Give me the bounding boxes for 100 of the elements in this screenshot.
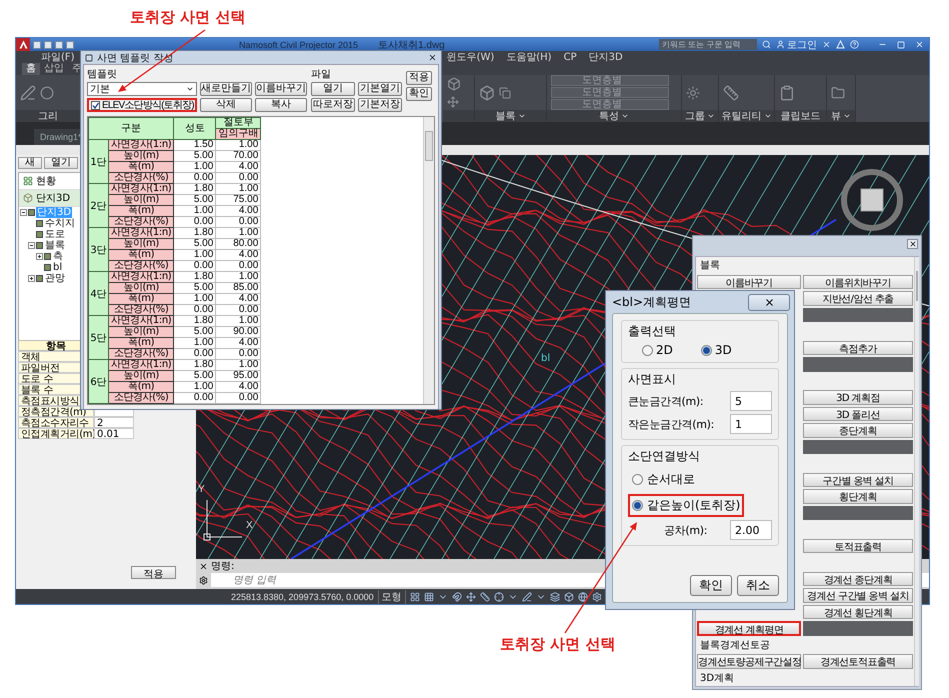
panel-button[interactable]: 3D 계획점 (803, 390, 913, 404)
pen-icon[interactable] (522, 592, 532, 602)
grid-icon[interactable] (410, 592, 420, 602)
close-button[interactable] (748, 294, 790, 310)
toolbar-button[interactable]: 새 (18, 157, 42, 169)
ruler-icon[interactable] (723, 84, 739, 100)
expander-icon[interactable] (28, 242, 35, 249)
toolbar-button[interactable]: 열기 (44, 157, 78, 169)
grid-icon[interactable] (424, 592, 434, 602)
new-button[interactable]: 새로만들기 (200, 82, 252, 96)
help-icon[interactable] (850, 40, 859, 49)
box-icon[interactable] (564, 592, 574, 602)
globe-icon[interactable] (578, 592, 588, 602)
panel-button[interactable]: 지반선/암선 추출 (803, 291, 913, 306)
viewcube-icon[interactable] (839, 167, 905, 233)
user-icon[interactable] (776, 40, 785, 49)
ok-button[interactable]: 확인 (406, 87, 432, 101)
block-icon[interactable] (479, 84, 495, 100)
panel-button[interactable]: 횡단계획 (803, 489, 913, 504)
panel-button[interactable]: 구간별 옹벽 설치 (803, 472, 913, 487)
move-icon[interactable] (466, 592, 476, 602)
panel-button[interactable]: 경계선 횡단계획 (803, 604, 913, 619)
close-icon[interactable] (199, 562, 208, 570)
scrollbar[interactable] (423, 117, 434, 404)
panel-button[interactable]: 경계선토량공제구간설정 (697, 654, 801, 668)
triangle-icon[interactable] (836, 40, 845, 49)
open-button[interactable]: 열기 (311, 82, 355, 96)
tree-item[interactable]: 수치지 (44, 218, 76, 229)
expander-icon[interactable] (28, 275, 35, 282)
rename-button[interactable]: 이름바꾸기 (255, 82, 307, 96)
caret-icon[interactable] (518, 112, 526, 120)
login-link[interactable]: 로그인 (787, 38, 817, 52)
ribbon-tab[interactable]: 홈 (22, 63, 40, 75)
panel-button[interactable]: 종단계획 (803, 423, 913, 438)
close-icon[interactable] (907, 239, 918, 249)
expander-icon[interactable] (36, 253, 43, 260)
panel-button[interactable]: 측점추가 (803, 340, 913, 355)
save-default-button[interactable]: 기본저장 (358, 98, 402, 112)
panel-button[interactable]: 경계선토적표출력 (803, 654, 913, 668)
expander-icon[interactable] (20, 209, 27, 216)
section-label[interactable]: 단지3D (36, 191, 70, 205)
search-field[interactable]: 키워드 또는 구문 입력 (659, 39, 757, 50)
model-toggle[interactable]: 모형 (378, 590, 406, 604)
radio-button[interactable] (632, 474, 643, 485)
caret-icon[interactable] (621, 112, 629, 120)
open-default-button[interactable]: 기본열기 (358, 82, 402, 96)
input-field[interactable]: 1 (730, 414, 772, 434)
clipboard-icon[interactable] (779, 84, 795, 100)
panel-button[interactable]: 경계선 계획평면 (697, 621, 801, 636)
panel-button[interactable]: 토적표출력 (803, 538, 913, 553)
section-label[interactable]: 현황 (36, 174, 56, 188)
save-as-button[interactable]: 따로저장 (311, 98, 355, 112)
copy-icon[interactable] (499, 86, 511, 98)
panel-button[interactable]: 3D 폴리선 (803, 406, 913, 421)
delete-button[interactable]: 삭제 (200, 98, 252, 112)
panel-button[interactable]: 이름위치바꾸기 (803, 274, 913, 289)
panel-label[interactable]: 그룹 (685, 109, 705, 123)
menu-item[interactable]: 윈도우(W) (446, 50, 494, 64)
input-field[interactable]: 2.00 (730, 520, 772, 540)
input-field[interactable]: 5 (730, 391, 772, 411)
menu-item[interactable]: 파일(F) (41, 50, 75, 64)
circle-icon[interactable] (40, 86, 54, 100)
scrollbar[interactable] (914, 257, 919, 686)
tree-item[interactable]: 관망 (44, 273, 66, 284)
menu-item[interactable]: 도움말(H) (506, 50, 552, 64)
settings-icon[interactable] (592, 592, 602, 602)
tree-item[interactable]: bl (52, 262, 64, 273)
panel-label[interactable]: 블록 (496, 109, 516, 123)
radio-button[interactable] (642, 344, 653, 356)
radio-label[interactable]: 같은높이(토취장) (647, 497, 740, 514)
layers-icon[interactable] (550, 592, 560, 602)
ok-button[interactable]: 확인 (690, 575, 732, 596)
close-icon[interactable] (428, 53, 437, 62)
close-x-icon[interactable] (822, 40, 831, 49)
panel-label[interactable]: 클립보드 (780, 109, 820, 123)
search-icon[interactable] (762, 40, 771, 49)
panel-label[interactable]: 그리 (38, 109, 58, 123)
panel-button[interactable]: 이름바꾸기 (697, 274, 801, 289)
radio-button[interactable] (700, 344, 712, 356)
crosshair-icon[interactable] (494, 592, 504, 602)
caret-icon[interactable] (843, 112, 851, 120)
radio-button[interactable] (632, 500, 643, 511)
tree-item[interactable]: 도로 (44, 229, 66, 240)
copy-button[interactable]: 복사 (255, 98, 307, 112)
app-logo-icon[interactable] (16, 38, 30, 51)
menu-item[interactable]: 단지3D (588, 50, 623, 64)
panel-button[interactable]: 경계선 구간별 옹벽 설치 (803, 588, 913, 602)
maximize-icon[interactable] (897, 40, 905, 48)
ribbon-tab[interactable]: 삽입 (40, 63, 68, 75)
group-icon[interactable] (686, 86, 700, 100)
menu-item[interactable]: CP (564, 52, 577, 62)
radio-label[interactable]: 2D (656, 343, 673, 357)
radio-label[interactable]: 순서대로 (647, 471, 695, 488)
checkbox[interactable] (91, 100, 100, 110)
cancel-button[interactable]: 취소 (737, 575, 779, 596)
apply-button[interactable]: 적용 (131, 566, 176, 579)
ruler-icon[interactable] (480, 592, 490, 602)
tree-item[interactable]: 측 (52, 251, 64, 262)
caret-icon[interactable] (186, 85, 194, 93)
tree-item[interactable]: 블록 (44, 240, 66, 251)
